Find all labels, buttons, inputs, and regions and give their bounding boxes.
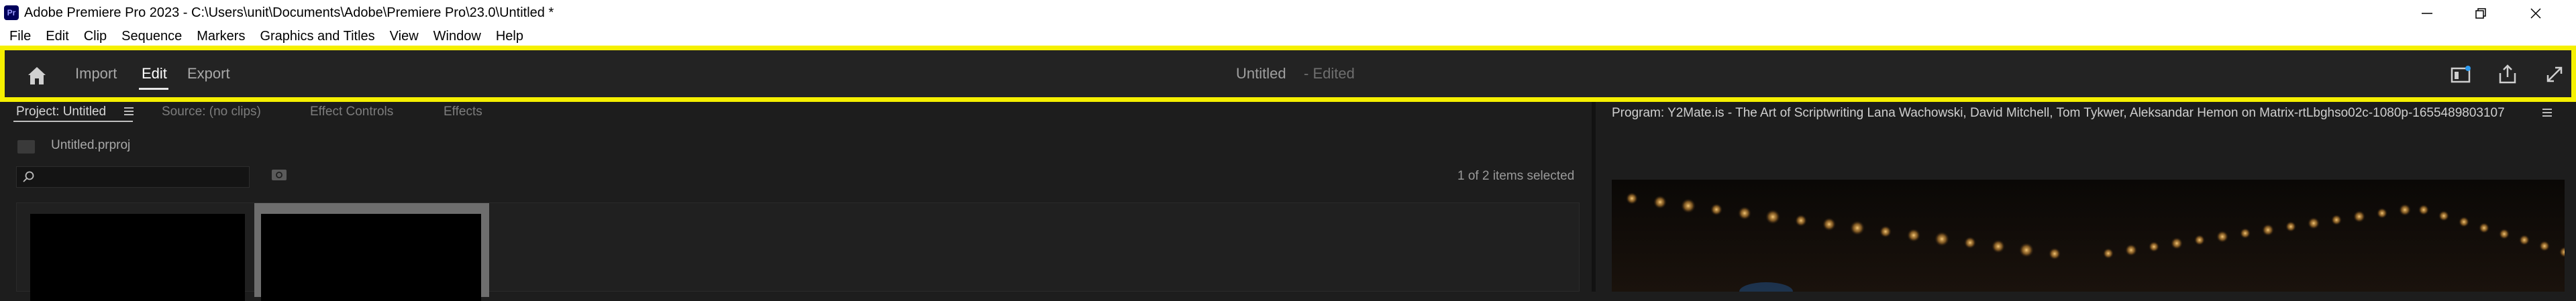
bokeh-light bbox=[2262, 224, 2274, 236]
bokeh-light bbox=[2049, 247, 2061, 260]
project-panel: Project: Untitled Source: (no clips) Eff… bbox=[0, 102, 1592, 301]
share-icon bbox=[2499, 64, 2516, 84]
minimize-button[interactable] bbox=[2400, 0, 2454, 27]
bokeh-light bbox=[1879, 225, 1892, 238]
bokeh-light bbox=[1765, 209, 1780, 225]
close-icon bbox=[2530, 8, 2541, 19]
bokeh-light bbox=[2438, 210, 2449, 221]
menu-file[interactable]: File bbox=[9, 29, 31, 44]
bokeh-light bbox=[1992, 239, 2005, 253]
bokeh-light bbox=[1907, 229, 1920, 242]
project-items-grid bbox=[16, 202, 1580, 301]
bokeh-light bbox=[2418, 204, 2429, 215]
bokeh-light bbox=[2103, 248, 2114, 259]
bokeh-light bbox=[2149, 241, 2159, 252]
menu-view[interactable]: View bbox=[390, 29, 419, 44]
minimize-icon bbox=[2422, 13, 2432, 14]
bokeh-light bbox=[2240, 228, 2251, 239]
restore-icon bbox=[2475, 8, 2486, 19]
restore-button[interactable] bbox=[2454, 0, 2508, 27]
bokeh-light bbox=[2331, 215, 2342, 225]
nav-export[interactable]: Export bbox=[187, 50, 230, 97]
panel-tab-bar: Project: Untitled Source: (no clips) Eff… bbox=[0, 102, 1592, 122]
active-tab-indicator bbox=[139, 88, 168, 90]
find-in-bin-icon[interactable] bbox=[271, 168, 289, 182]
menu-bar: File Edit Clip Sequence Markers Graphics… bbox=[0, 27, 2576, 46]
bokeh-light bbox=[1653, 195, 1667, 209]
menu-edit[interactable]: Edit bbox=[46, 29, 68, 44]
share-button[interactable] bbox=[2495, 62, 2520, 86]
bokeh-light bbox=[2125, 244, 2137, 256]
bokeh-light bbox=[2377, 208, 2387, 219]
menu-markers[interactable]: Markers bbox=[197, 29, 245, 44]
window-title-bar: Pr Adobe Premiere Pro 2023 - C:\Users\un… bbox=[0, 0, 2576, 27]
active-tab-indicator bbox=[13, 121, 133, 122]
bokeh-light bbox=[2459, 217, 2469, 227]
document-status: - Edited bbox=[1304, 65, 1355, 82]
tab-source[interactable]: Source: (no clips) bbox=[162, 105, 261, 119]
panel-menu-icon[interactable] bbox=[2542, 108, 2553, 117]
bokeh-light bbox=[1935, 231, 1949, 247]
bokeh-light bbox=[2019, 243, 2034, 257]
bokeh-light bbox=[1964, 237, 1976, 249]
bokeh-light bbox=[2399, 204, 2411, 216]
bokeh-light bbox=[2285, 221, 2296, 232]
project-search-input[interactable] bbox=[16, 166, 250, 188]
program-monitor-title[interactable]: Program: Y2Mate.is - The Art of Scriptwr… bbox=[1612, 106, 2505, 121]
bokeh-light bbox=[1850, 221, 1865, 235]
video-frame-image bbox=[1612, 180, 2565, 292]
bokeh-light bbox=[2353, 210, 2365, 223]
program-video-frame[interactable] bbox=[1612, 180, 2565, 292]
panel-menu-icon[interactable] bbox=[123, 107, 134, 116]
bokeh-light bbox=[1738, 206, 1751, 220]
search-icon bbox=[23, 171, 34, 182]
menu-sequence[interactable]: Sequence bbox=[121, 29, 182, 44]
bokeh-light bbox=[2539, 241, 2550, 251]
bokeh-light bbox=[1822, 217, 1836, 231]
quick-panel-button[interactable] bbox=[2449, 62, 2473, 86]
bokeh-light bbox=[2171, 237, 2183, 249]
nav-import[interactable]: Import bbox=[75, 50, 117, 97]
bokeh-light bbox=[2499, 229, 2510, 239]
project-file-icon bbox=[17, 140, 35, 154]
nav-edit[interactable]: Edit bbox=[142, 50, 167, 97]
menu-graphics-and-titles[interactable]: Graphics and Titles bbox=[260, 29, 374, 44]
home-button[interactable] bbox=[25, 64, 49, 88]
menu-help[interactable]: Help bbox=[496, 29, 523, 44]
clip-thumbnail[interactable] bbox=[261, 214, 481, 301]
bokeh-light bbox=[1795, 215, 1807, 227]
bokeh-light bbox=[2216, 231, 2228, 243]
program-monitor-panel: Program: Y2Mate.is - The Art of Scriptwr… bbox=[1596, 102, 2576, 292]
bokeh-light bbox=[1626, 192, 1638, 204]
bokeh-light bbox=[2479, 223, 2489, 233]
project-file-name: Untitled.prproj bbox=[51, 138, 131, 152]
window-title: Adobe Premiere Pro 2023 - C:\Users\unit\… bbox=[24, 5, 554, 20]
tab-project[interactable]: Project: Untitled bbox=[16, 105, 106, 119]
bokeh-light bbox=[1681, 198, 1696, 213]
document-title: Untitled bbox=[1236, 65, 1286, 82]
clip-thumbnail[interactable] bbox=[30, 214, 245, 301]
close-button[interactable] bbox=[2509, 0, 2563, 27]
home-icon bbox=[28, 67, 46, 84]
tab-effects[interactable]: Effects bbox=[444, 105, 482, 119]
fullscreen-icon bbox=[2546, 66, 2563, 82]
bokeh-light bbox=[2308, 217, 2320, 229]
bokeh-light bbox=[2519, 235, 2530, 245]
menu-window[interactable]: Window bbox=[433, 29, 481, 44]
premiere-pro-app-icon: Pr bbox=[4, 5, 19, 20]
selection-count: 1 of 2 items selected bbox=[1457, 169, 1575, 183]
menu-clip[interactable]: Clip bbox=[84, 29, 107, 44]
bokeh-light bbox=[2194, 235, 2205, 245]
fullscreen-button[interactable] bbox=[2542, 62, 2567, 86]
workspace-header-bar: Import Edit Export Untitled - Edited bbox=[0, 46, 2576, 102]
tab-effect-controls[interactable]: Effect Controls bbox=[310, 105, 393, 119]
quick-panel-icon bbox=[2451, 66, 2471, 83]
bokeh-light bbox=[1710, 203, 1722, 216]
